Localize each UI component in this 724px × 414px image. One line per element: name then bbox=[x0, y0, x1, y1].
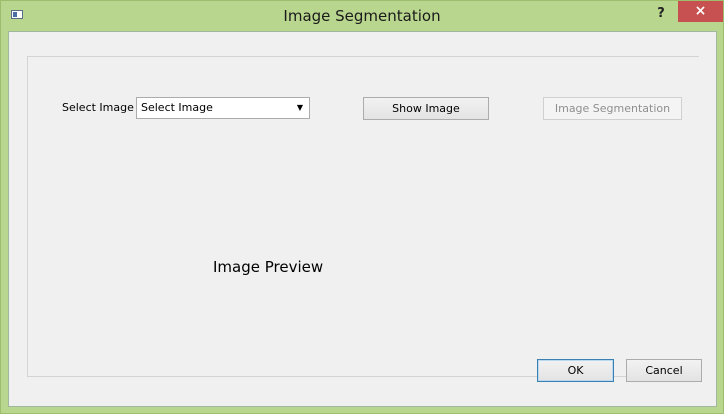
image-preview-label: Image Preview bbox=[213, 258, 324, 276]
window-title: Image Segmentation bbox=[283, 7, 441, 25]
select-image-combobox[interactable]: Select Image ▼ bbox=[136, 97, 310, 119]
show-image-button[interactable]: Show Image bbox=[363, 97, 489, 120]
close-button[interactable]: × bbox=[678, 1, 723, 22]
dialog-client-area: Select Image Select Image ▼ Show Image I… bbox=[8, 31, 717, 407]
combobox-value: Select Image bbox=[141, 101, 213, 114]
dropdown-arrow-icon[interactable]: ▼ bbox=[297, 98, 303, 118]
help-button[interactable]: ? bbox=[651, 3, 671, 25]
select-image-label: Select Image bbox=[62, 101, 134, 114]
cancel-button[interactable]: Cancel bbox=[626, 359, 702, 382]
dialog-window: Image Segmentation ? × Select Image Sele… bbox=[0, 0, 724, 414]
image-segmentation-button[interactable]: Image Segmentation bbox=[543, 97, 682, 120]
title-bar[interactable]: Image Segmentation ? × bbox=[1, 1, 723, 31]
ok-button[interactable]: OK bbox=[537, 359, 614, 382]
